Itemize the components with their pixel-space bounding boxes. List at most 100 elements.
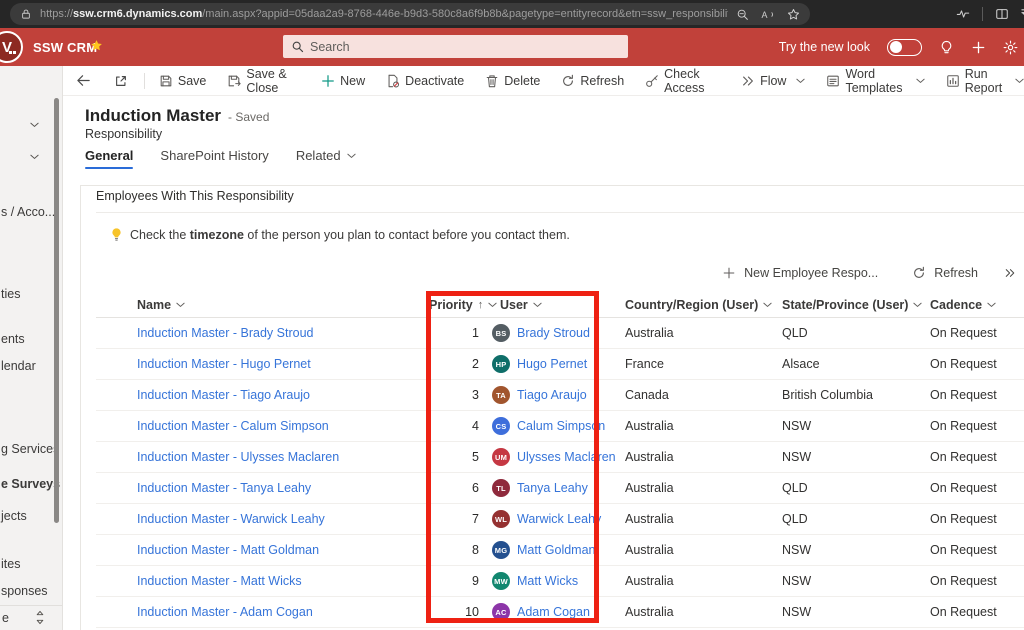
- chevron-down-icon: [916, 78, 925, 84]
- tab-related[interactable]: Related: [296, 148, 356, 169]
- state-cell: QLD: [782, 481, 930, 495]
- flow-button[interactable]: Flow: [741, 74, 805, 88]
- divider: [982, 7, 983, 21]
- gear-icon[interactable]: [1003, 40, 1018, 55]
- chevron-down-icon: [347, 153, 356, 159]
- command-label: Save: [178, 74, 207, 88]
- new-look-toggle[interactable]: [887, 39, 922, 56]
- command-label: Run Report: [965, 67, 1005, 95]
- record-link[interactable]: Induction Master - Matt Goldman: [137, 543, 429, 557]
- word-template-icon: [826, 74, 840, 88]
- annotation-rectangle: [426, 291, 599, 623]
- country-cell: Australia: [625, 605, 782, 619]
- run-flow-icon[interactable]: [1004, 267, 1016, 279]
- cadence-cell: On Request: [930, 450, 1024, 464]
- zoom-out-icon[interactable]: [736, 8, 749, 21]
- report-icon: [946, 74, 960, 88]
- save-button[interactable]: Save: [159, 74, 207, 88]
- back-icon[interactable]: [76, 73, 91, 88]
- tab-general[interactable]: General: [85, 148, 133, 169]
- record-link[interactable]: Induction Master - Warwick Leahy: [137, 512, 429, 526]
- sidebar-item[interactable]: g Services: [1, 442, 59, 456]
- state-cell: NSW: [782, 574, 930, 588]
- sidebar-scrollbar[interactable]: [54, 98, 59, 523]
- form-card-border: [80, 185, 1024, 186]
- column-header-cadence[interactable]: Cadence: [930, 298, 1024, 312]
- page-title: Induction Master- Saved: [85, 106, 269, 126]
- chevron-down-icon: [796, 78, 805, 84]
- record-link[interactable]: Induction Master - Calum Simpson: [137, 419, 429, 433]
- form-tabs: General SharePoint History Related: [85, 148, 356, 169]
- app-title: SSW CRM: [33, 40, 97, 55]
- area-switcher[interactable]: e: [0, 605, 62, 630]
- chevron-down-icon: [1015, 78, 1024, 84]
- record-link[interactable]: Induction Master - Matt Wicks: [137, 574, 429, 588]
- popout-icon[interactable]: [114, 74, 128, 88]
- country-cell: Australia: [625, 481, 782, 495]
- lock-icon: [20, 8, 32, 20]
- record-link[interactable]: Induction Master - Brady Stroud: [137, 326, 429, 340]
- country-cell: Australia: [625, 450, 782, 464]
- plus-icon: [321, 74, 335, 88]
- sidebar-item[interactable]: ents: [1, 332, 25, 346]
- chevron-down-icon: [913, 302, 922, 308]
- ssw-logo[interactable]: V: [0, 31, 23, 63]
- browser-essentials-icon[interactable]: [956, 7, 970, 21]
- column-header-name[interactable]: Name: [137, 298, 429, 312]
- record-link[interactable]: Induction Master - Ulysses Maclaren: [137, 450, 429, 464]
- state-cell: NSW: [782, 605, 930, 619]
- sidebar-item[interactable]: s / Acco...: [1, 205, 55, 219]
- sidebar-item[interactable]: ties: [1, 287, 20, 301]
- key-icon: [645, 74, 659, 88]
- save-close-button[interactable]: Save & Close: [227, 67, 300, 95]
- check-access-button[interactable]: Check Access: [645, 67, 720, 95]
- global-search[interactable]: [283, 35, 628, 58]
- country-cell: Canada: [625, 388, 782, 402]
- country-cell: Australia: [625, 512, 782, 526]
- lightbulb-icon[interactable]: [939, 40, 954, 55]
- country-cell: Australia: [625, 543, 782, 557]
- chevron-down-icon[interactable]: [30, 122, 39, 128]
- chevron-down-icon: [763, 302, 772, 308]
- command-label: Word Templates: [845, 67, 905, 95]
- column-header-state[interactable]: State/Province (User): [782, 298, 930, 312]
- plus-icon[interactable]: [971, 40, 986, 55]
- chevron-down-icon[interactable]: [30, 154, 39, 160]
- command-label: Deactivate: [405, 74, 464, 88]
- new-button[interactable]: New: [321, 74, 365, 88]
- browser-chrome: https://ssw.crm6.dynamics.com/main.aspx?…: [0, 0, 1024, 28]
- sidebar-item[interactable]: e Surveys: [1, 477, 60, 491]
- sidebar-item[interactable]: sponses: [1, 584, 48, 598]
- word-templates-button[interactable]: Word Templates: [826, 67, 924, 95]
- record-link[interactable]: Induction Master - Adam Cogan: [137, 605, 429, 619]
- refresh-button[interactable]: Refresh: [561, 74, 624, 88]
- area-switcher-icon: [35, 610, 45, 625]
- state-cell: QLD: [782, 512, 930, 526]
- entity-type-label: Responsibility: [85, 127, 162, 141]
- new-employee-responsibility-button[interactable]: New Employee Respo...: [722, 266, 878, 280]
- svg-text:A: A: [762, 9, 768, 19]
- delete-button[interactable]: Delete: [485, 74, 540, 88]
- read-aloud-icon[interactable]: A: [761, 8, 775, 21]
- plus-icon: [722, 266, 736, 280]
- cadence-cell: On Request: [930, 326, 1024, 340]
- column-header-country[interactable]: Country/Region (User): [625, 298, 782, 312]
- pinned-star-icon[interactable]: [90, 39, 103, 52]
- flow-icon: [741, 74, 755, 88]
- command-label: Save & Close: [246, 67, 300, 95]
- split-screen-icon[interactable]: [995, 7, 1009, 21]
- record-link[interactable]: Induction Master - Hugo Pernet: [137, 357, 429, 371]
- address-bar[interactable]: https://ssw.crm6.dynamics.com/main.aspx?…: [10, 3, 810, 25]
- run-report-button[interactable]: Run Report: [946, 67, 1024, 95]
- record-link[interactable]: Induction Master - Tanya Leahy: [137, 481, 429, 495]
- sidebar-item[interactable]: jects: [1, 509, 27, 523]
- subgrid-refresh-button[interactable]: Refresh: [912, 266, 978, 280]
- cadence-cell: On Request: [930, 419, 1024, 433]
- tab-sharepoint-history[interactable]: SharePoint History: [160, 148, 268, 169]
- deactivate-button[interactable]: Deactivate: [386, 74, 464, 88]
- sidebar-item[interactable]: lendar: [1, 359, 36, 373]
- favorite-star-icon[interactable]: [787, 8, 800, 21]
- sidebar-item[interactable]: ites: [1, 557, 20, 571]
- record-link[interactable]: Induction Master - Tiago Araujo: [137, 388, 429, 402]
- search-input[interactable]: [310, 40, 620, 54]
